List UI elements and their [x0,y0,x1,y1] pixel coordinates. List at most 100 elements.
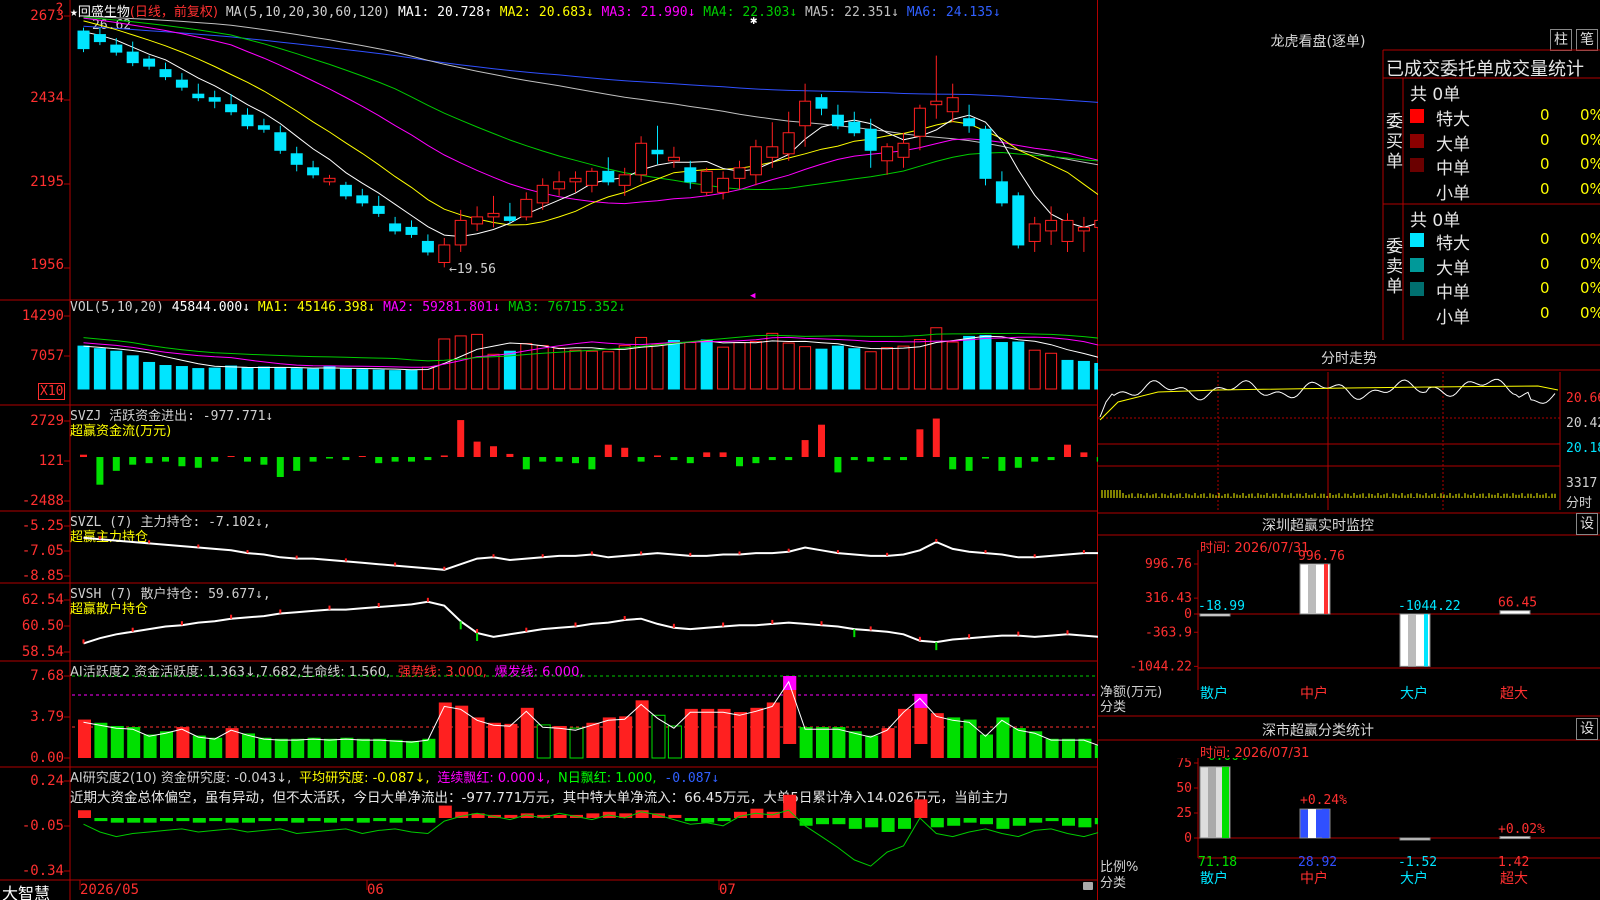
monitor-bar [1199,613,1231,617]
candle-body [635,142,648,176]
classify-value-label: 1.42 [1498,855,1529,870]
flow-bar [96,457,104,485]
chart-canvas[interactable]: ✱ ◀ [0,0,1098,900]
research-bar [1045,818,1059,822]
research-bar [1012,818,1026,826]
activity-bar [192,735,206,758]
category-percent: 0% [1580,130,1600,149]
classify-percent-label: +0.02% [1498,822,1545,837]
order-stat-row: 大单 0 0% [1410,254,1600,279]
research-bar [881,818,895,832]
candle-body [208,97,221,102]
monitor-title: 深圳超赢实时监控 [1262,518,1374,534]
flow-bar [424,457,432,461]
retail-hold-tick [459,621,462,630]
classify-category-label: 散户 [1200,870,1228,887]
flow-bar [194,457,202,468]
activity-bar [389,739,403,758]
candle-body [848,121,861,134]
volume-bar [897,345,910,390]
ma5-line [83,15,1098,166]
activity-bar [488,722,501,758]
volume-bar [1028,349,1041,390]
main-hold-tick [689,552,692,556]
order-stat-row: 特大 0 0% [1410,105,1600,130]
candle-body [192,93,205,99]
flow-bar [768,457,776,461]
flow-bar [818,424,825,457]
category-label: 中单 [1436,159,1470,179]
candle-body [766,146,779,158]
main-hold-tick [344,558,347,562]
research-bar [127,818,141,823]
volume-bar [749,341,762,390]
candle-body [454,219,467,246]
volume-bar [1045,352,1058,390]
candle-body [421,240,434,253]
flow-bar [375,457,383,464]
monitor-axis-label: 0 [1184,607,1192,622]
category-label: 大单 [1436,134,1470,155]
flow-bar [506,453,514,457]
category-swatch [1410,133,1424,148]
category-count: 0 [1540,230,1550,248]
category-label: 中单 [1436,283,1470,303]
candle-body [979,128,992,179]
monitor-category-label: 中户 [1300,685,1328,702]
monitor-chart[interactable]: 996.76 316.430 -363.9 -1044.22 -18.99 996.76 -… [1098,550,1600,715]
activity-bar [1012,728,1026,758]
flow-bar [490,446,497,457]
activity-bar [422,738,436,758]
candle-body [175,79,188,88]
category-count: 0 [1540,179,1550,198]
volume-bar [503,350,516,390]
classify-chart[interactable]: 75 50 25 0 71.18 28.92 -1.52 1.42 -0.00% +0.24% +0… [1098,758,1600,900]
volume-bar [733,342,746,390]
volume-bar [553,347,566,390]
activity-bar [701,708,715,758]
main-hold-tick [640,551,643,555]
activity-bar [667,725,682,759]
ma1-line [83,31,1098,238]
activity-bar [766,702,780,758]
candle-body [290,153,303,165]
research-bar [324,818,337,823]
candle-body [651,149,664,155]
classify-axis-label: 75 [1176,758,1192,771]
intraday-chart[interactable] [1098,372,1600,512]
main-hold-tick [394,562,397,566]
volume-bar [454,335,467,390]
candle-body [110,44,123,53]
flow-bar [572,457,579,464]
volume-bar [815,348,828,390]
volume-bar [159,365,172,390]
candle-body [520,198,533,218]
monitor-axis-label: -1044.22 [1129,659,1192,674]
candle-body [307,167,320,176]
main-hold-tick [787,548,790,552]
activity-bar [373,738,387,758]
research-bar [586,813,600,818]
flow-bar [834,457,842,473]
research-bar [242,818,255,823]
volume-bar [290,368,303,390]
activity-bar [832,727,846,758]
category-count: 0 [1540,130,1550,149]
activity-bar [619,716,633,758]
candle-body [913,107,926,137]
monitor-settings-button[interactable]: 设 [1576,513,1598,535]
flow-bar [654,455,661,457]
candle-body [487,212,500,218]
main-hold-tick [935,538,938,542]
category-swatch [1410,306,1424,321]
category-label: 小单 [1436,307,1470,328]
classify-settings-button[interactable]: 设 [1576,718,1598,740]
flow-bar [145,457,153,464]
research-bar [963,818,977,823]
retail-hold-tick [426,597,429,602]
flow-bar [900,457,907,461]
retail-hold-tick [377,603,380,608]
retail-hold-tick [771,619,774,624]
retail-hold-tick [1066,630,1069,635]
research-bar [307,818,321,822]
